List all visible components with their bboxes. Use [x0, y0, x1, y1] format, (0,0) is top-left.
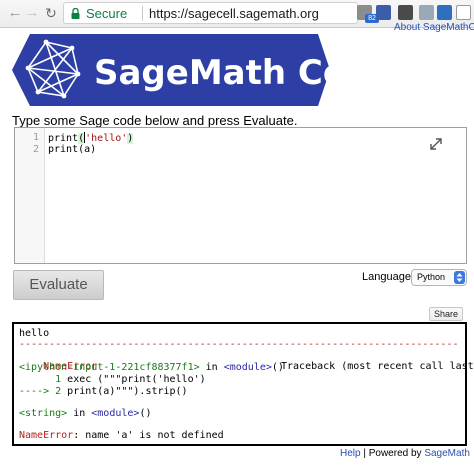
sagemath-link[interactable]: SageMath — [424, 448, 470, 459]
help-link[interactable]: Help — [340, 448, 361, 459]
extension-icon[interactable] — [437, 5, 452, 20]
code-line-1: print('hello') — [48, 132, 134, 144]
line-number: 1 — [32, 132, 39, 143]
output-stdout: hello — [19, 328, 50, 339]
extension-icon[interactable] — [419, 5, 434, 20]
secure-label: Secure — [86, 6, 128, 21]
traceback-code-line-1: 1 exec ("""print('hello') — [19, 374, 206, 385]
code-editor[interactable]: 1 2 print('hello') print(a) — [14, 127, 467, 264]
line-number: 2 — [32, 144, 39, 155]
traceback-frame-1: <ipython-input-1-221cf88377f1> in <modul… — [19, 362, 284, 373]
back-arrow-icon[interactable]: ← — [6, 4, 24, 22]
url-text[interactable]: https://sagecell.sagemath.org — [149, 6, 319, 21]
share-button[interactable]: Share — [429, 307, 463, 321]
url-separator — [142, 6, 143, 21]
language-value: Python — [417, 272, 446, 282]
lock-icon — [71, 8, 80, 19]
reload-icon[interactable]: ↻ — [42, 4, 60, 22]
line-number-gutter: 1 2 — [15, 128, 45, 263]
extension-icon[interactable] — [456, 5, 471, 20]
traceback-rule: ----------------------------------------… — [19, 339, 460, 350]
logo-text: SageMath Cell — [94, 53, 330, 93]
about-link[interactable]: About SageMathC — [394, 22, 474, 33]
language-select[interactable]: Python — [411, 269, 467, 286]
traceback-header: Traceback (most recent call last) — [281, 361, 474, 372]
intro-text: Type some Sage code below and press Eval… — [12, 113, 298, 128]
address-bar[interactable]: Secure https://sagecell.sagemath.org ☆ — [63, 2, 411, 24]
extension-icon[interactable] — [376, 5, 391, 20]
traceback-code-line-2: ----> 2 print(a)""").strip() — [19, 386, 188, 397]
extension-icon[interactable] — [398, 5, 413, 20]
traceback-frame-2: <string> in <module>() — [19, 408, 152, 419]
footer: Help | Powered by SageMath — [340, 448, 470, 459]
evaluate-button[interactable]: Evaluate — [13, 270, 104, 300]
sagemath-cell-logo: SageMath Cell — [12, 34, 330, 106]
error-message: NameError: name 'a' is not defined — [19, 430, 224, 441]
forward-arrow-icon[interactable]: → — [23, 4, 41, 22]
footer-separator: | Powered by — [360, 448, 425, 459]
language-label: Language: — [362, 271, 414, 283]
fullscreen-expand-icon[interactable] — [428, 136, 444, 152]
select-arrows-icon — [454, 271, 465, 284]
output-panel: hello ----------------------------------… — [12, 322, 474, 446]
code-line-2: print(a) — [48, 144, 97, 155]
